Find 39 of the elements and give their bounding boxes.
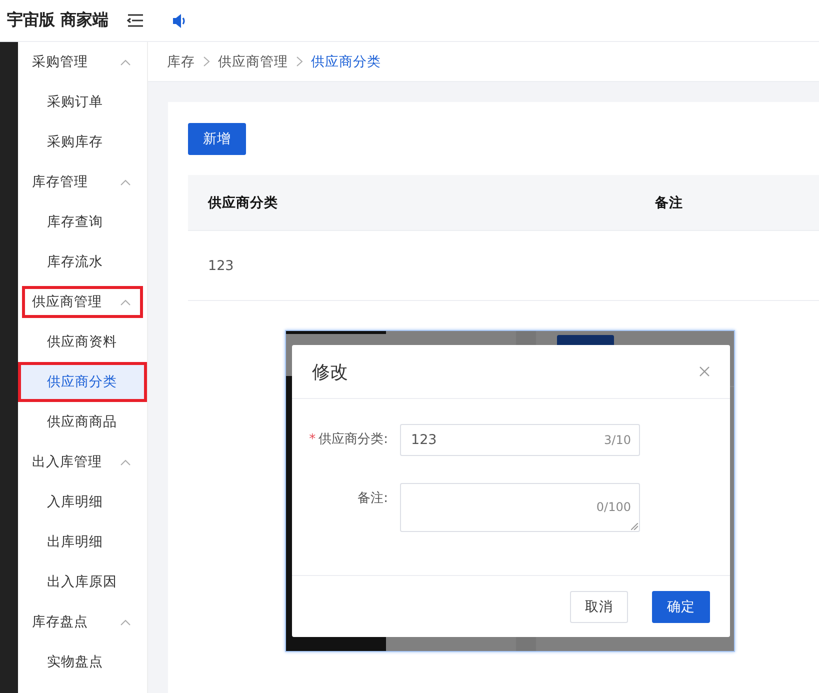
char-count: 0/100 [596, 500, 631, 514]
cancel-button[interactable]: 取消 [570, 590, 628, 622]
chevron-right-icon [203, 56, 210, 67]
group-label: 库存盘点 [32, 613, 88, 631]
remark-textarea[interactable]: 0/100 [400, 483, 640, 532]
app-title: 宇宙版 商家端 [7, 10, 109, 31]
table-cell-text: 123 [208, 258, 235, 274]
group-label: 库存管理 [32, 173, 88, 191]
menu-fold-icon[interactable] [126, 14, 144, 27]
column-header: 备注 [655, 194, 684, 212]
chevron-icon [120, 178, 131, 186]
group-label: 出入库管理 [32, 453, 102, 471]
field-label: * 供应商分类: [308, 431, 389, 449]
dialog-title: 修改 [312, 360, 348, 384]
sidebar-group[interactable]: 库存管理 [18, 162, 147, 202]
sidebar-group[interactable]: 库存盘点 [18, 602, 147, 642]
category-input[interactable]: 123 3/10 [400, 424, 640, 456]
sidebar-item[interactable]: 供应商分类 [18, 362, 147, 402]
sidebar-group[interactable]: 采购管理 [18, 42, 147, 82]
breadcrumb-link[interactable]: 库存 [167, 52, 195, 70]
group-label: 供应商管理 [32, 293, 102, 311]
chevron-icon [120, 58, 131, 66]
chevron-icon [120, 618, 131, 626]
sidebar-group[interactable]: 出入库管理 [18, 442, 147, 482]
chevron-icon [120, 298, 131, 306]
resize-handle-icon[interactable] [631, 523, 638, 530]
add-button[interactable]: 新增 [188, 123, 246, 155]
field-label: 备注: [356, 490, 389, 508]
confirm-button[interactable]: 确定 [652, 590, 710, 622]
breadcrumb-link[interactable]: 供应商管理 [218, 52, 288, 70]
breadcrumb-link[interactable]: 供应商分类 [311, 52, 381, 70]
close-icon[interactable] [699, 366, 710, 377]
chevron-right-icon [296, 56, 303, 67]
chevron-icon [120, 458, 131, 466]
sidebar-group[interactable]: 供应商管理 [18, 282, 147, 322]
char-count: 3/10 [604, 433, 631, 447]
speaker-icon[interactable] [172, 12, 188, 28]
group-label: 采购管理 [32, 53, 88, 71]
column-header: 供应商分类 [208, 194, 279, 212]
